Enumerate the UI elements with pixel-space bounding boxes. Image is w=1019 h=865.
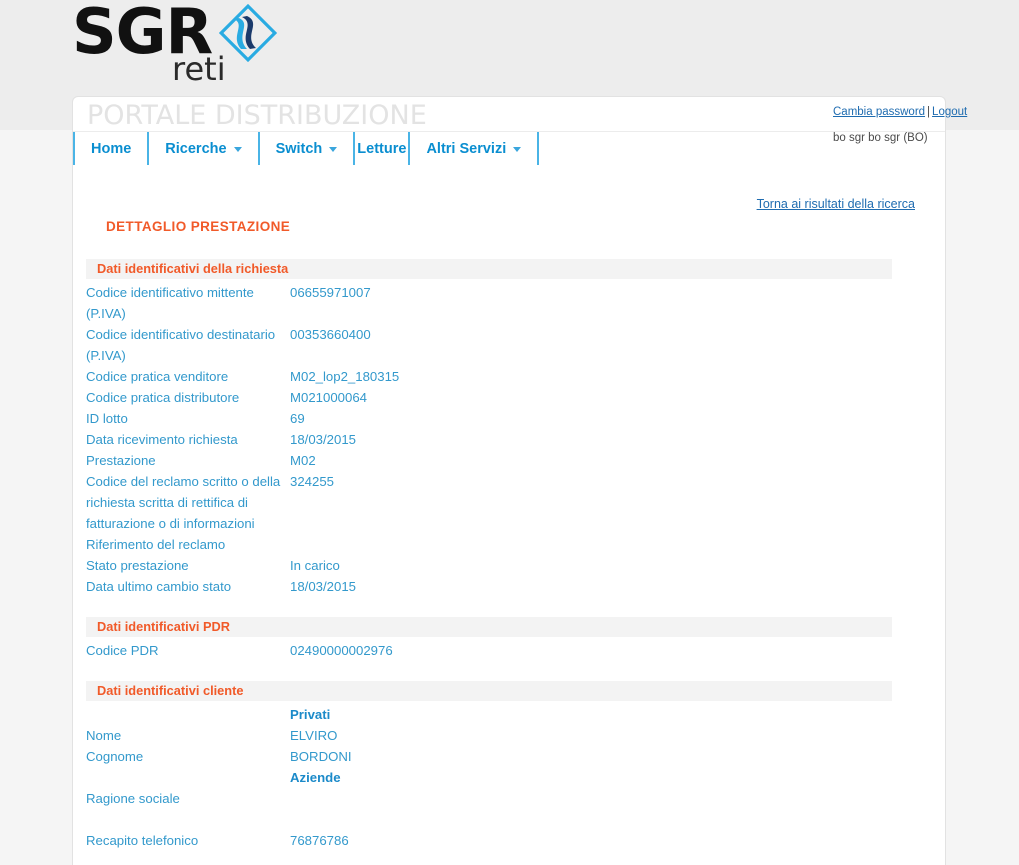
nav-item-letture[interactable]: Letture bbox=[353, 132, 408, 165]
field-label: Nome bbox=[86, 728, 122, 743]
link-separator: | bbox=[927, 106, 931, 118]
field-row: Nome ELVIRO bbox=[86, 725, 892, 746]
field-row: Ragione sociale bbox=[86, 788, 892, 809]
field-row: Codice identificativo mittente (P.IVA) 0… bbox=[86, 282, 892, 324]
nav-item-label: Letture bbox=[357, 140, 407, 157]
field-row: Codice identificativo destinatario (P.IV… bbox=[86, 324, 892, 366]
section-header: Dati identificativi della richiesta bbox=[86, 259, 892, 279]
field-value: 18/03/2015 bbox=[290, 579, 357, 594]
account-area: Cambia password | Logout bo sgr bo sgr (BO… bbox=[833, 106, 1013, 144]
field-label: Codice identificativo destinatario (P.IV… bbox=[86, 327, 276, 363]
portal-title: PORTALE DISTRIBUZIONE bbox=[87, 100, 427, 131]
field-label: Codice del reclamo scritto o della richi… bbox=[86, 474, 281, 531]
field-row-group-privati: Privati bbox=[86, 704, 892, 725]
brand-logo[interactable]: SGR reti bbox=[72, 0, 302, 90]
field-label: Data ultimo cambio stato bbox=[86, 579, 232, 594]
field-row: Prestazione M02 bbox=[86, 450, 892, 471]
field-row: Codice PDR 02490000002976 bbox=[86, 640, 892, 661]
account-user-label: bo sgr bo sgr (BO) bbox=[833, 132, 928, 144]
field-row: Codice pratica distributore M021000064 bbox=[86, 387, 892, 408]
field-label: Codice identificativo mittente (P.IVA) bbox=[86, 285, 254, 321]
field-label: Codice pratica distributore bbox=[86, 390, 240, 405]
field-value: M02_lop2_180315 bbox=[290, 369, 400, 384]
nav-item-label: Home bbox=[91, 140, 132, 157]
field-label: Prestazione bbox=[86, 453, 156, 468]
section-body: Codice identificativo mittente (P.IVA) 0… bbox=[86, 279, 892, 597]
field-label: Cognome bbox=[86, 749, 144, 764]
field-row: Stato prestazione In carico bbox=[86, 555, 892, 576]
section-header: Dati identificativi PDR bbox=[86, 617, 892, 637]
brand-subtitle: reti bbox=[172, 50, 226, 88]
field-value: 06655971007 bbox=[290, 285, 371, 300]
field-value: 00353660400 bbox=[290, 327, 371, 342]
field-value: 324255 bbox=[290, 474, 335, 489]
field-row: Cognome BORDONI bbox=[86, 746, 892, 767]
field-label: Data ricevimento richiesta bbox=[86, 432, 238, 447]
main-panel: PORTALE DISTRIBUZIONE Home Ricerche Swit… bbox=[72, 96, 946, 865]
main-navigation[interactable]: Home Ricerche Switch Letture Altri Servi… bbox=[73, 132, 540, 165]
nav-item-label: Switch bbox=[275, 140, 323, 157]
page-title: DETTAGLIO PRESTAZIONE bbox=[106, 219, 291, 234]
logout-link[interactable]: Logout bbox=[932, 106, 967, 118]
field-value: 76876786 bbox=[290, 833, 349, 848]
nav-item-label: Ricerche bbox=[165, 140, 227, 157]
field-label: ID lotto bbox=[86, 411, 128, 426]
section-dati-richiesta: Dati identificativi della richiesta Codi… bbox=[86, 259, 892, 597]
field-value: ELVIRO bbox=[290, 728, 338, 743]
field-value: BORDONI bbox=[290, 749, 352, 764]
field-row: Codice del reclamo scritto o della richi… bbox=[86, 471, 892, 534]
change-password-link[interactable]: Cambia password bbox=[833, 106, 925, 118]
nav-item-switch[interactable]: Switch bbox=[257, 132, 354, 165]
chevron-down-icon bbox=[513, 147, 522, 152]
field-value: M02 bbox=[290, 453, 316, 468]
field-label: Ragione sociale bbox=[86, 791, 180, 806]
field-label: Riferimento del reclamo bbox=[86, 537, 226, 552]
field-row-empty bbox=[86, 809, 892, 830]
section-dati-pdr: Dati identificativi PDR Codice PDR 02490… bbox=[86, 617, 892, 661]
account-links: Cambia password | Logout bbox=[833, 106, 1013, 118]
nav-item-label: Altri Servizi bbox=[426, 140, 507, 157]
field-value: 69 bbox=[290, 411, 305, 426]
field-value: In carico bbox=[290, 558, 340, 573]
field-value: Privati bbox=[290, 707, 331, 722]
field-row: Data ultimo cambio stato 18/03/2015 bbox=[86, 576, 892, 597]
field-label: Codice pratica venditore bbox=[86, 369, 229, 384]
nav-end-divider bbox=[537, 132, 540, 165]
chevron-down-icon bbox=[233, 147, 242, 152]
field-value: 02490000002976 bbox=[290, 643, 393, 658]
field-label: Codice PDR bbox=[86, 643, 159, 658]
field-label: Recapito telefonico bbox=[86, 833, 199, 848]
field-value: M021000064 bbox=[290, 390, 367, 405]
detail-sections: Dati identificativi della richiesta Codi… bbox=[86, 259, 892, 851]
field-row: Codice pratica venditore M02_lop2_180315 bbox=[86, 366, 892, 387]
field-value: 18/03/2015 bbox=[290, 432, 357, 447]
chevron-down-icon bbox=[329, 147, 338, 152]
field-row: ID lotto 69 bbox=[86, 408, 892, 429]
back-to-search-results-link[interactable]: Torna ai risultati della ricerca bbox=[757, 197, 915, 211]
breadcrumb: Torna ai risultati della ricerca bbox=[757, 197, 915, 211]
section-body: Privati Nome ELVIRO Cognome BORDONI Azie… bbox=[86, 701, 892, 851]
nav-item-ricerche[interactable]: Ricerche bbox=[147, 132, 257, 165]
nav-item-altri-servizi[interactable]: Altri Servizi bbox=[408, 132, 537, 165]
field-row-group-aziende: Aziende bbox=[86, 767, 892, 788]
diamond-wave-logo-icon bbox=[218, 3, 278, 63]
section-body: Codice PDR 02490000002976 bbox=[86, 637, 892, 661]
section-dati-cliente: Dati identificativi cliente Privati Nome… bbox=[86, 681, 892, 851]
nav-item-home[interactable]: Home bbox=[73, 132, 147, 165]
field-row: Riferimento del reclamo bbox=[86, 534, 892, 555]
section-header: Dati identificativi cliente bbox=[86, 681, 892, 701]
field-value: Aziende bbox=[290, 770, 341, 785]
field-row: Recapito telefonico 76876786 bbox=[86, 830, 892, 851]
field-row: Data ricevimento richiesta 18/03/2015 bbox=[86, 429, 892, 450]
field-label: Stato prestazione bbox=[86, 558, 189, 573]
